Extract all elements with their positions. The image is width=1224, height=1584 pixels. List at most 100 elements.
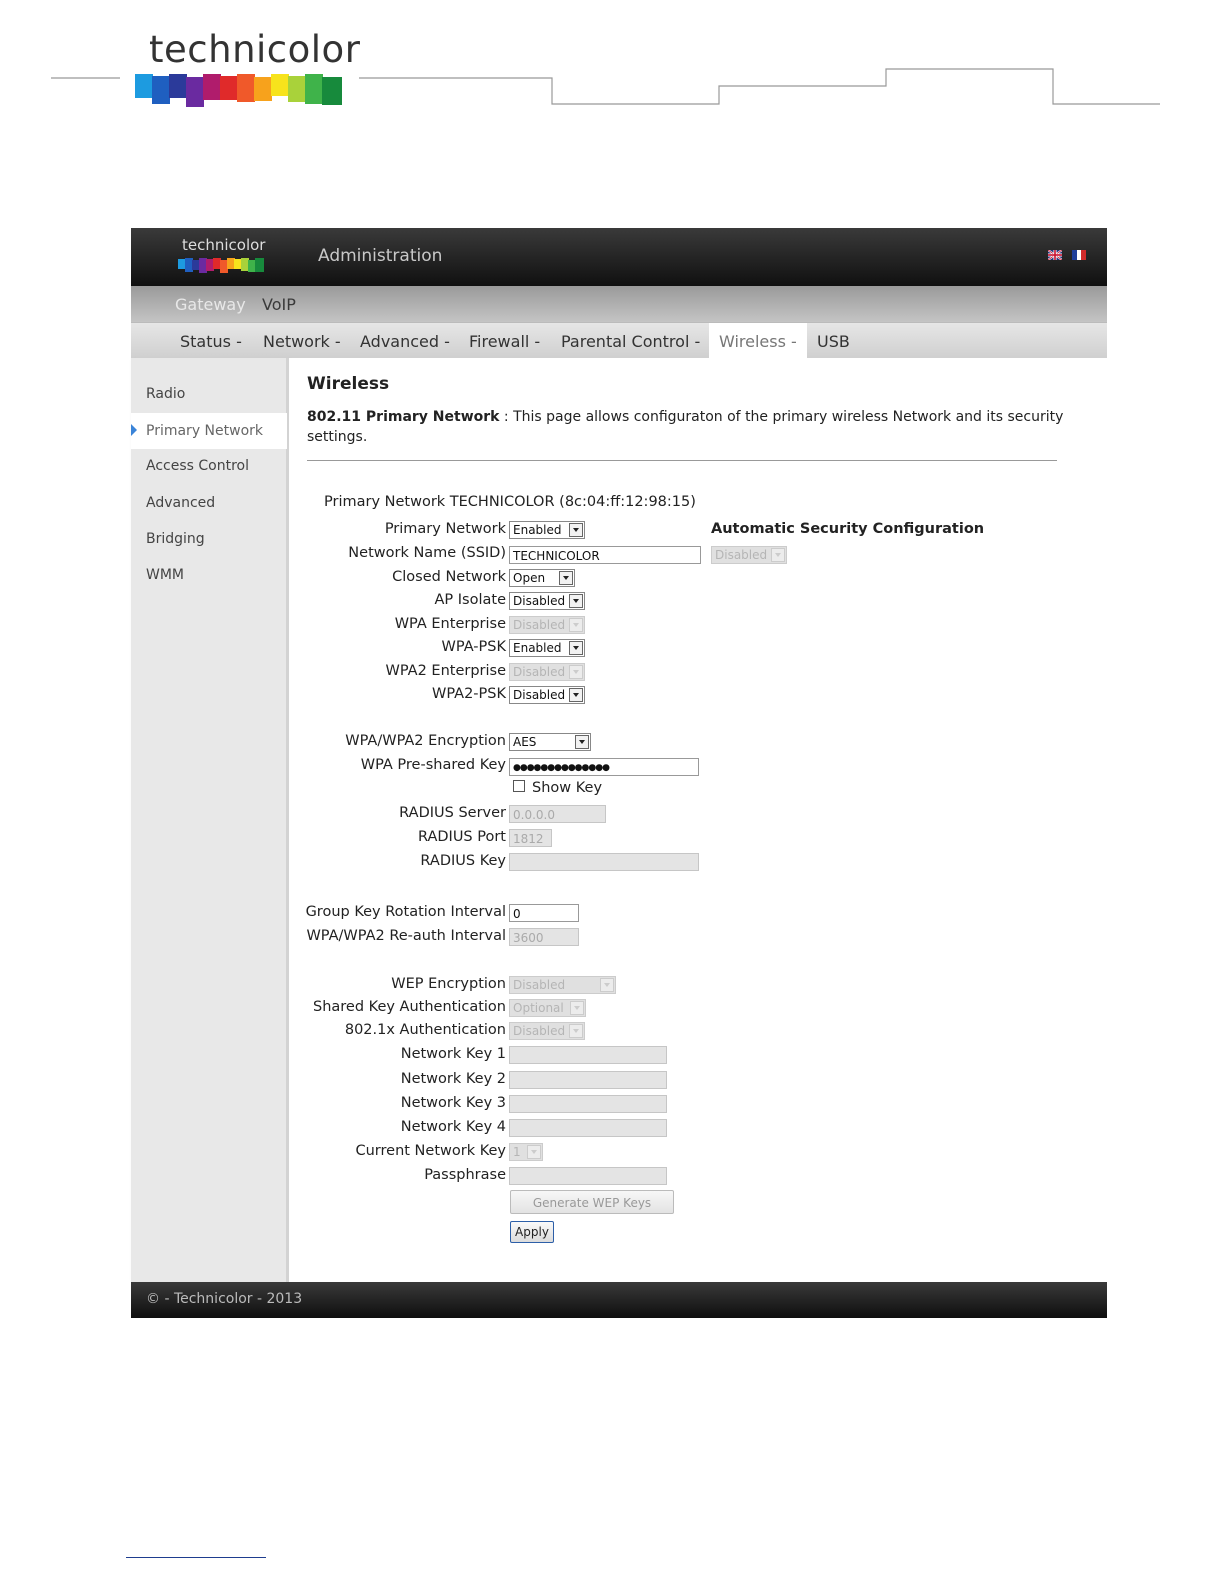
chevron-down-icon [569,688,583,702]
shared-key-auth-select[interactable]: Optional [509,999,586,1017]
chevron-down-icon [569,594,583,608]
english-flag-icon[interactable] [1048,250,1062,260]
wep-encryption-label: WEP Encryption [391,976,506,992]
sidebar-item-advanced[interactable]: Advanced [146,495,215,511]
tab-firewall[interactable]: Firewall - [469,323,540,359]
tab-usb[interactable]: USB [817,323,850,359]
app-logo-text: technicolor [182,236,266,254]
ap-isolate-value: Disabled [513,594,566,608]
primary-nav: Gateway VoIP [131,286,1107,323]
radius-port-label: RADIUS Port [417,829,506,845]
tab-wireless[interactable]: Wireless - [709,323,807,359]
psk-label: WPA Pre-shared Key [360,757,506,773]
primary-network-select[interactable]: Enabled [509,521,585,539]
ap-isolate-select[interactable]: Disabled [509,592,585,610]
document-header-rule [51,68,1160,105]
auto-security-title: Automatic Security Configuration [711,521,985,537]
closed-network-select[interactable]: Open [509,569,575,587]
network-key-1-input[interactable] [509,1046,667,1064]
footnote-rule [126,1557,266,1558]
auto-security-value: Disabled [715,548,768,562]
reauth-label: WPA/WPA2 Re-auth Interval [306,928,506,944]
tab-parental-control[interactable]: Parental Control - [561,323,700,359]
divider [307,460,1057,461]
radius-server-input[interactable]: 0.0.0.0 [509,805,606,823]
ssid-input[interactable]: TECHNICOLOR [509,546,701,564]
wpa2-psk-select[interactable]: Disabled [509,686,585,704]
wpa2-psk-label: WPA2-PSK [432,686,506,702]
auth-8021x-select[interactable]: Disabled [509,1022,585,1040]
ap-isolate-label: AP Isolate [434,592,507,608]
tab-status[interactable]: Status - [180,323,242,359]
footer: © - Technicolor - 2013 [131,1282,1107,1318]
main-content: Wireless 802.11 Primary Network : This p… [289,358,1107,1282]
apply-button[interactable]: Apply [510,1221,554,1243]
chevron-down-icon [569,641,583,655]
network-key-3-input[interactable] [509,1095,667,1113]
chevron-down-icon [527,1145,541,1159]
chevron-down-icon [771,548,785,562]
tab-advanced[interactable]: Advanced - [360,323,450,359]
nav-voip[interactable]: VoIP [262,295,296,314]
nav-gateway[interactable]: Gateway [175,295,246,314]
passphrase-label: Passphrase [424,1167,506,1183]
generate-wep-keys-button[interactable]: Generate WEP Keys [510,1190,674,1214]
closed-network-label: Closed Network [392,569,506,585]
sidebar: Radio Primary Network Access Control Adv… [131,358,289,1282]
wpa2-enterprise-select[interactable]: Disabled [509,663,585,681]
wpa-psk-select[interactable]: Enabled [509,639,585,657]
wpa2-psk-value: Disabled [513,688,566,702]
radius-server-label: RADIUS Server [399,805,506,821]
current-key-label: Current Network Key [355,1143,506,1159]
chevron-down-icon [575,735,589,749]
ssid-label: Network Name (SSID) [348,545,506,561]
network-key-2-label: Network Key 2 [400,1071,506,1087]
wpa-enterprise-label: WPA Enterprise [394,616,506,632]
wpa-psk-value: Enabled [513,641,562,655]
auth-8021x-value: Disabled [513,1024,566,1038]
auth-8021x-label: 802.1x Authentication [344,1022,506,1038]
wep-encryption-select[interactable]: Disabled [509,976,616,994]
sidebar-item-radio[interactable]: Radio [146,386,185,402]
tab-network[interactable]: Network - [263,323,341,359]
network-key-4-input[interactable] [509,1119,667,1137]
radius-key-input[interactable] [509,853,699,871]
wep-encryption-value: Disabled [513,978,566,992]
encryption-value: AES [513,735,537,749]
page-description-heading: 802.11 Primary Network [307,409,500,425]
app-title: Administration [318,246,443,266]
reauth-input[interactable]: 3600 [509,928,579,946]
chevron-down-icon [569,665,583,679]
sidebar-item-wmm[interactable]: WMM [146,567,184,583]
encryption-label: WPA/WPA2 Encryption [345,733,506,749]
auto-security-select[interactable]: Disabled [711,546,787,564]
chevron-down-icon [600,978,614,992]
wpa-enterprise-value: Disabled [513,618,566,632]
sidebar-item-access-control[interactable]: Access Control [146,458,249,474]
page-title: Wireless [307,374,390,394]
footer-copyright: © - Technicolor - 2013 [146,1291,303,1307]
wpa2-enterprise-value: Disabled [513,665,566,679]
network-key-2-input[interactable] [509,1071,667,1089]
network-header: Primary Network TECHNICOLOR (8c:04:ff:12… [324,494,696,510]
group-key-input[interactable]: 0 [509,904,579,922]
sidebar-item-primary-network[interactable]: Primary Network [131,413,287,449]
app-logo[interactable]: technicolor [178,236,268,280]
sidebar-item-bridging[interactable]: Bridging [146,531,205,547]
french-flag-icon[interactable] [1072,250,1086,260]
network-key-3-label: Network Key 3 [400,1095,506,1111]
encryption-select[interactable]: AES [509,733,591,751]
passphrase-input[interactable] [509,1167,667,1185]
wpa-enterprise-select[interactable]: Disabled [509,616,585,634]
current-key-select[interactable]: 1 [509,1143,543,1161]
psk-input[interactable]: ●●●●●●●●●●●●●● [509,758,699,776]
wpa-psk-label: WPA-PSK [441,639,506,655]
wpa2-enterprise-label: WPA2 Enterprise [385,663,507,679]
shared-key-auth-value: Optional [513,1001,564,1015]
page-description: 802.11 Primary Network : This page allow… [307,407,1067,447]
radius-port-input[interactable]: 1812 [509,829,552,847]
top-bar: technicolor Administration [131,228,1107,286]
admin-window: technicolor Administration Gateway VoIP … [131,228,1107,1318]
show-key-checkbox[interactable]: Show Key [513,780,602,796]
chevron-down-icon [569,1024,583,1038]
